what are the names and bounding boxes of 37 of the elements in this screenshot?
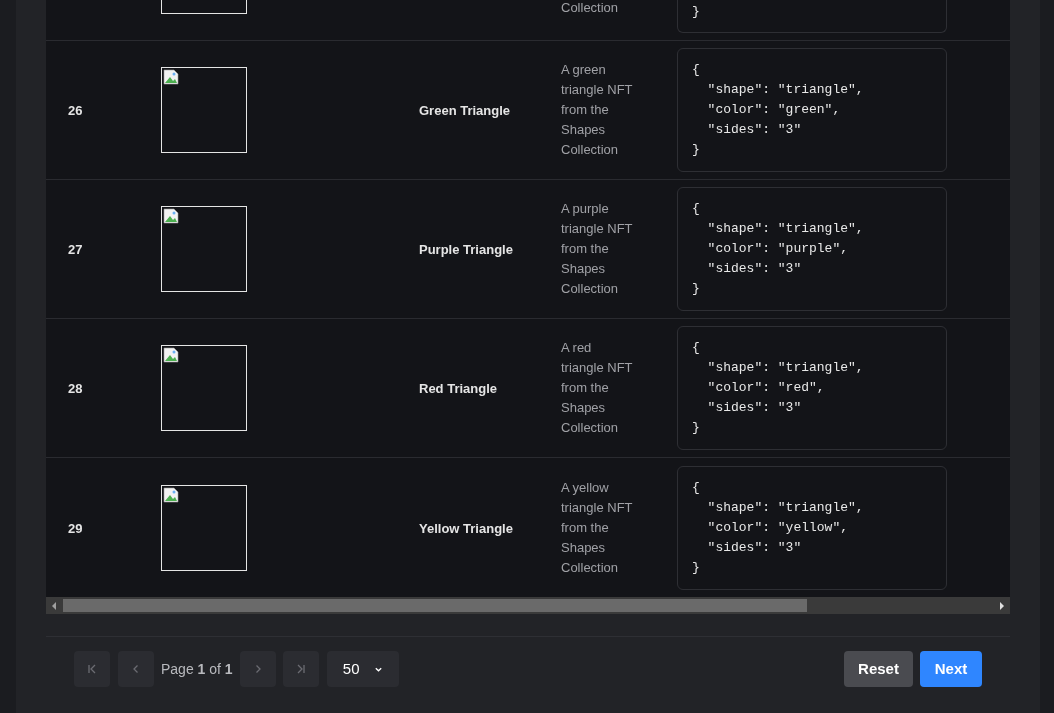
page-indicator: Page 1 of 1 <box>161 659 233 679</box>
nft-description: A yellow triangle NFT from the Shapes Collection <box>561 478 633 577</box>
row-number: 27 <box>68 242 83 257</box>
metadata-code: { "shape": "triangle", "color": "red", "sides": "3" } <box>677 326 947 450</box>
row-number: 29 <box>68 520 83 536</box>
nft-name: Yellow Triangle <box>419 520 513 536</box>
row-number: 26 <box>68 103 83 118</box>
nft-name: Red Triangle <box>419 381 498 396</box>
broken-image-icon <box>163 69 179 85</box>
metadata-code: } <box>677 0 947 33</box>
nft-name: Purple Triangle <box>419 242 513 257</box>
next-page-button[interactable] <box>239 651 276 687</box>
horizontal-scrollbar[interactable] <box>46 597 1010 614</box>
chevron-left-icon <box>131 664 141 674</box>
broken-image-icon <box>163 486 179 503</box>
row-number: 28 <box>68 381 83 396</box>
last-page-button[interactable] <box>282 651 319 687</box>
broken-image-icon <box>163 347 179 363</box>
metadata-code: { "shape": "triangle", "color": "purple", "sides": "3" } <box>677 187 947 311</box>
metadata-code: { "shape": "triangle", "color": "green", "sides": "3" } <box>677 48 947 172</box>
previous-page-button[interactable] <box>118 651 154 687</box>
metadata-code: { "shape": "triangle", "color": "yellow", "sides": "3" } <box>677 465 947 590</box>
scrollbar-thumb[interactable] <box>63 599 807 612</box>
nft-description: Collection <box>561 0 620 17</box>
scroll-right-icon[interactable] <box>998 601 1006 610</box>
nft-name: Green Triangle <box>419 103 511 118</box>
nft-description: A purple triangle NFT from the Shapes Collection <box>561 200 633 298</box>
last-page-icon <box>295 664 306 674</box>
nft-description: A green triangle NFT from the Shapes Collection <box>561 61 633 159</box>
scroll-left-icon[interactable] <box>50 601 58 610</box>
page-size-select[interactable]: 50 <box>326 651 399 687</box>
first-page-icon <box>87 664 97 674</box>
reset-button[interactable]: Reset <box>844 651 913 687</box>
first-page-button[interactable] <box>74 651 110 687</box>
next-button[interactable]: Next <box>920 651 982 687</box>
nft-description: A red triangle NFT from the Shapes Collection <box>561 339 633 437</box>
broken-image-icon <box>163 208 179 224</box>
